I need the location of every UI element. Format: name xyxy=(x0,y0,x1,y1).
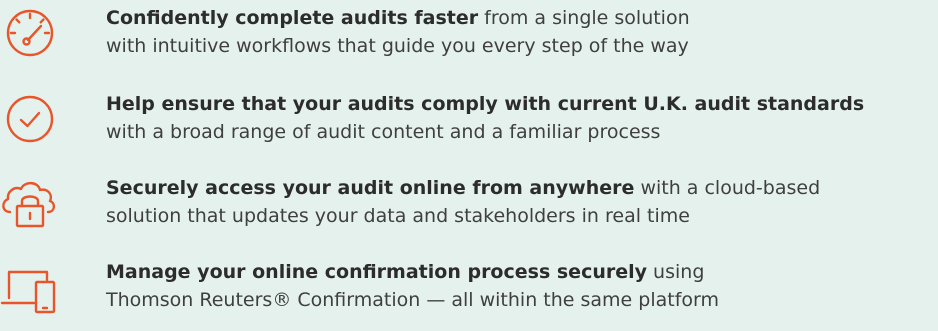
feature-line-1: Manage your online confirmation process … xyxy=(106,258,719,286)
feature-headline-tail: from a single solution xyxy=(478,7,690,29)
feature-line-2: with intuitive workflows that guide you … xyxy=(106,35,689,57)
feature-text: Manage your online confirmation process … xyxy=(106,258,719,314)
feature-headline: Help ensure that your audits comply with… xyxy=(106,93,865,115)
feature-text: Help ensure that your audits comply with… xyxy=(106,90,864,146)
feature-line-1: Help ensure that your audits comply with… xyxy=(106,90,864,118)
feature-text: Confidently complete audits faster from … xyxy=(106,4,690,60)
feature-line-1: Confidently complete audits faster from … xyxy=(106,4,690,32)
check-circle-icon xyxy=(0,94,60,154)
feature-line-2: Thomson Reuters® Confirmation — all with… xyxy=(106,289,720,311)
feature-headline-tail: using xyxy=(647,261,705,283)
speedometer-icon xyxy=(0,8,60,68)
cloud-lock-icon xyxy=(0,176,60,236)
feature-line-1: Securely access your audit online from a… xyxy=(106,174,820,202)
feature-line-2: with a broad range of audit content and … xyxy=(106,121,661,143)
feature-headline-tail: with a cloud-based xyxy=(634,177,821,199)
feature-line-2: solution that updates your data and stak… xyxy=(106,205,690,227)
feature-headline: Manage your online confirmation process … xyxy=(106,261,648,283)
feature-text: Securely access your audit online from a… xyxy=(106,174,820,230)
feature-headline: Confidently complete audits faster xyxy=(106,7,479,29)
devices-icon xyxy=(0,260,60,320)
feature-headline: Securely access your audit online from a… xyxy=(106,177,635,199)
